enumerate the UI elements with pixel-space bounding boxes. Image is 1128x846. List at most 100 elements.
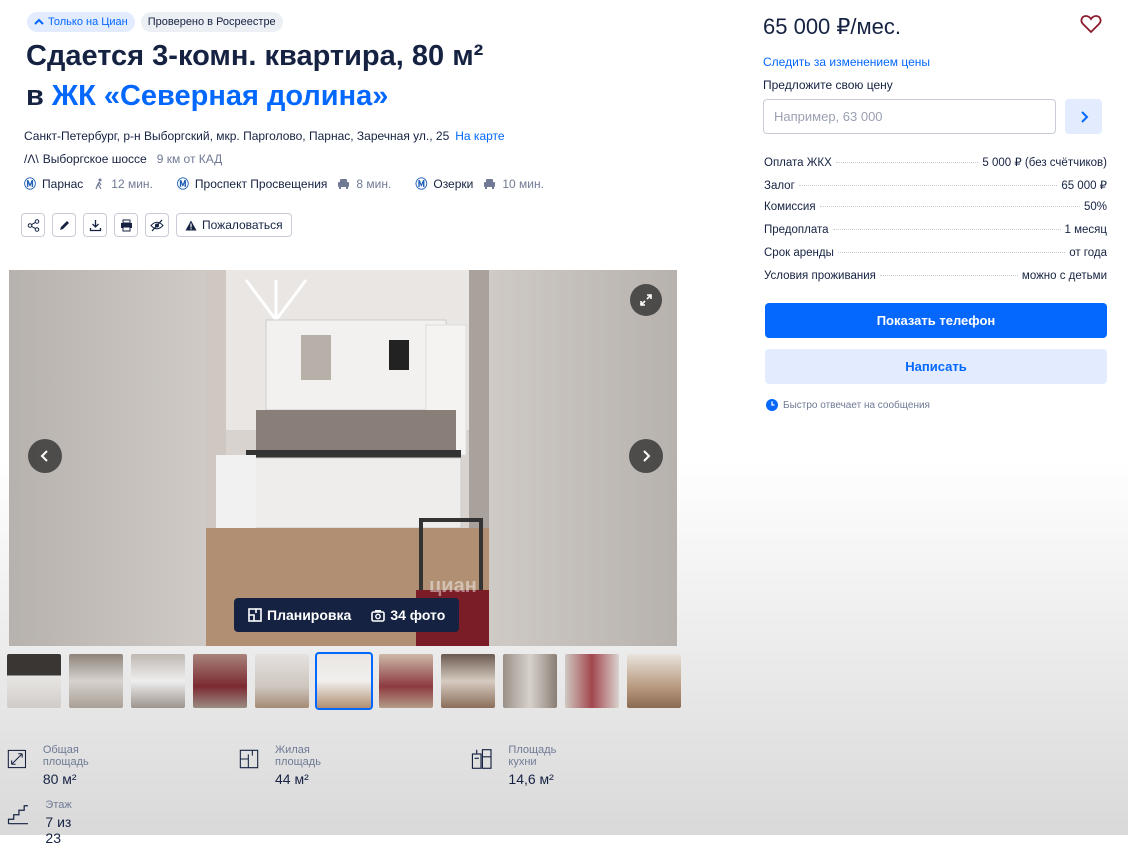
- thumbnail-selected[interactable]: [315, 652, 373, 710]
- fast-reply-text: Быстро отвечает на сообщения: [783, 399, 930, 411]
- layout-button[interactable]: Планировка: [248, 607, 351, 623]
- metro-icon: Ⓜ: [415, 177, 428, 191]
- thumbnail[interactable]: [503, 654, 557, 708]
- price: 65 000 ₽/мес.: [763, 14, 901, 39]
- highway-name: Выборгское шоссе: [42, 152, 147, 166]
- term-label: Предоплата: [764, 224, 829, 236]
- metro-station[interactable]: Парнас: [42, 177, 83, 191]
- metro-time: 12 мин.: [111, 176, 153, 191]
- highway-info: /Λ\ Выборгское шоссе 9 км от КАД: [24, 152, 222, 166]
- only-cian-label: Только на Циан: [48, 16, 128, 28]
- term-label: Оплата ЖКХ: [764, 157, 832, 169]
- thumbnail[interactable]: [379, 654, 433, 708]
- watermark: циан: [429, 575, 477, 597]
- thumbnail[interactable]: [131, 654, 185, 708]
- rental-terms: Оплата ЖКХ 5 000 ₽ (без счётчиков) Залог 6…: [764, 155, 1107, 293]
- address: Санкт-Петербург, р-н Выборгский, мкр. Па…: [24, 129, 505, 143]
- write-message-button[interactable]: Написать: [765, 349, 1107, 384]
- fact-floor: Этаж 7 из 23: [7, 799, 79, 846]
- verified-badge: Проверено в Росреестре: [140, 12, 283, 32]
- print-button[interactable]: [114, 213, 138, 237]
- chevron-right-icon: [1080, 110, 1088, 123]
- complex-link[interactable]: ЖК «Северная долина»: [52, 80, 389, 112]
- next-photo-button[interactable]: [629, 439, 663, 473]
- term-value: 65 000 ₽: [1061, 180, 1107, 192]
- road-icon: /Λ\: [24, 152, 39, 166]
- fact-value: 80 м²: [42, 771, 77, 787]
- share-button[interactable]: [21, 213, 45, 237]
- show-phone-button[interactable]: Показать телефон: [765, 303, 1107, 338]
- floorplan-icon: [248, 608, 262, 622]
- warning-icon: [185, 220, 197, 230]
- thumbnail[interactable]: [69, 654, 123, 708]
- fact-living-area: Жилая площадь 44 м²: [239, 744, 331, 787]
- offer-price-input[interactable]: Например, 63 000: [763, 99, 1056, 134]
- term-value: от года: [1069, 247, 1107, 259]
- thumbnail-strip: [7, 652, 681, 710]
- term-label: Срок аренды: [764, 247, 834, 259]
- term-value: 5 000 ₽ (без счётчиков): [982, 157, 1107, 169]
- clock-icon: [766, 399, 778, 411]
- fact-label: Общая площадь: [42, 744, 89, 768]
- follow-price-link[interactable]: Следить за изменением цены: [763, 55, 930, 69]
- fact-kitchen-area: Площадь кухни 14,6 м²: [471, 744, 565, 787]
- address-text: Санкт-Петербург, р-н Выборгский, мкр. Па…: [24, 129, 450, 143]
- thumbnail[interactable]: [193, 654, 247, 708]
- download-icon: [89, 219, 101, 231]
- metro-icon: Ⓜ: [24, 177, 37, 191]
- chevron-right-icon: [643, 450, 651, 462]
- fact-label: Этаж: [45, 799, 72, 811]
- thumbnail[interactable]: [627, 654, 681, 708]
- title-in: в: [26, 80, 52, 112]
- fact-value: 44 м²: [275, 771, 309, 787]
- badges: Только на Циан Проверено в Росреестре: [27, 12, 283, 32]
- toolbar: Пожаловаться: [21, 213, 292, 237]
- verified-label: Проверено в Росреестре: [147, 16, 276, 28]
- thumbnail[interactable]: [441, 654, 495, 708]
- thumbnail[interactable]: [255, 654, 309, 708]
- pencil-icon: [59, 220, 69, 230]
- photos-count: 34 фото: [390, 607, 446, 623]
- stairs-icon: [7, 805, 28, 825]
- page-title: Сдается 3-комн. квартира, 80 м² в ЖК «Се…: [26, 36, 483, 116]
- edit-button[interactable]: [52, 213, 76, 237]
- area-icon: [7, 749, 27, 769]
- car-icon: [484, 178, 496, 189]
- thumbnail[interactable]: [565, 654, 619, 708]
- highway-distance: 9 км от КАД: [156, 152, 223, 166]
- offer-label: Предложите свою цену: [763, 78, 893, 92]
- complain-button[interactable]: Пожаловаться: [176, 213, 292, 237]
- metro-station[interactable]: Проспект Просвещения: [195, 177, 328, 191]
- term-row: Комиссия 50%: [764, 201, 1107, 224]
- fact-value: 7 из 23: [45, 814, 72, 846]
- fullscreen-button[interactable]: [630, 284, 662, 316]
- metro-list: Ⓜ Парнас 12 мин. Ⓜ Проспект Просвещения …: [24, 175, 544, 192]
- offer-submit-button[interactable]: [1065, 99, 1102, 134]
- term-label: Условия проживания: [764, 270, 876, 282]
- expand-icon: [640, 294, 652, 306]
- term-value: 1 месяц: [1064, 224, 1107, 236]
- prev-photo-button[interactable]: [28, 439, 62, 473]
- term-row: Предоплата 1 месяц: [764, 224, 1107, 247]
- fact-label: Площадь кухни: [508, 744, 557, 768]
- print-icon: [120, 219, 132, 231]
- map-link[interactable]: На карте: [455, 129, 504, 143]
- kitchen-icon: [471, 749, 492, 769]
- metro-icon: Ⓜ: [176, 177, 189, 191]
- floorplan-icon: [239, 749, 259, 769]
- complain-label: Пожаловаться: [202, 218, 283, 232]
- all-photos-button[interactable]: 34 фото: [371, 607, 445, 623]
- favorite-heart-icon[interactable]: [1080, 14, 1102, 34]
- camera-icon: [371, 609, 386, 622]
- title-line1: Сдается 3-комн. квартира, 80 м²: [26, 40, 484, 72]
- title-line2: в ЖК «Северная долина»: [26, 76, 483, 116]
- photo-gallery[interactable]: циан Планировка 34 фото: [9, 270, 677, 646]
- metro-time: 8 мин.: [356, 176, 392, 191]
- walk-icon: [95, 178, 102, 189]
- metro-time: 10 мин.: [502, 176, 544, 191]
- thumbnail[interactable]: [7, 654, 61, 708]
- download-button[interactable]: [83, 213, 107, 237]
- hide-button[interactable]: [145, 213, 169, 237]
- car-icon: [338, 178, 350, 189]
- metro-station[interactable]: Озерки: [433, 177, 473, 191]
